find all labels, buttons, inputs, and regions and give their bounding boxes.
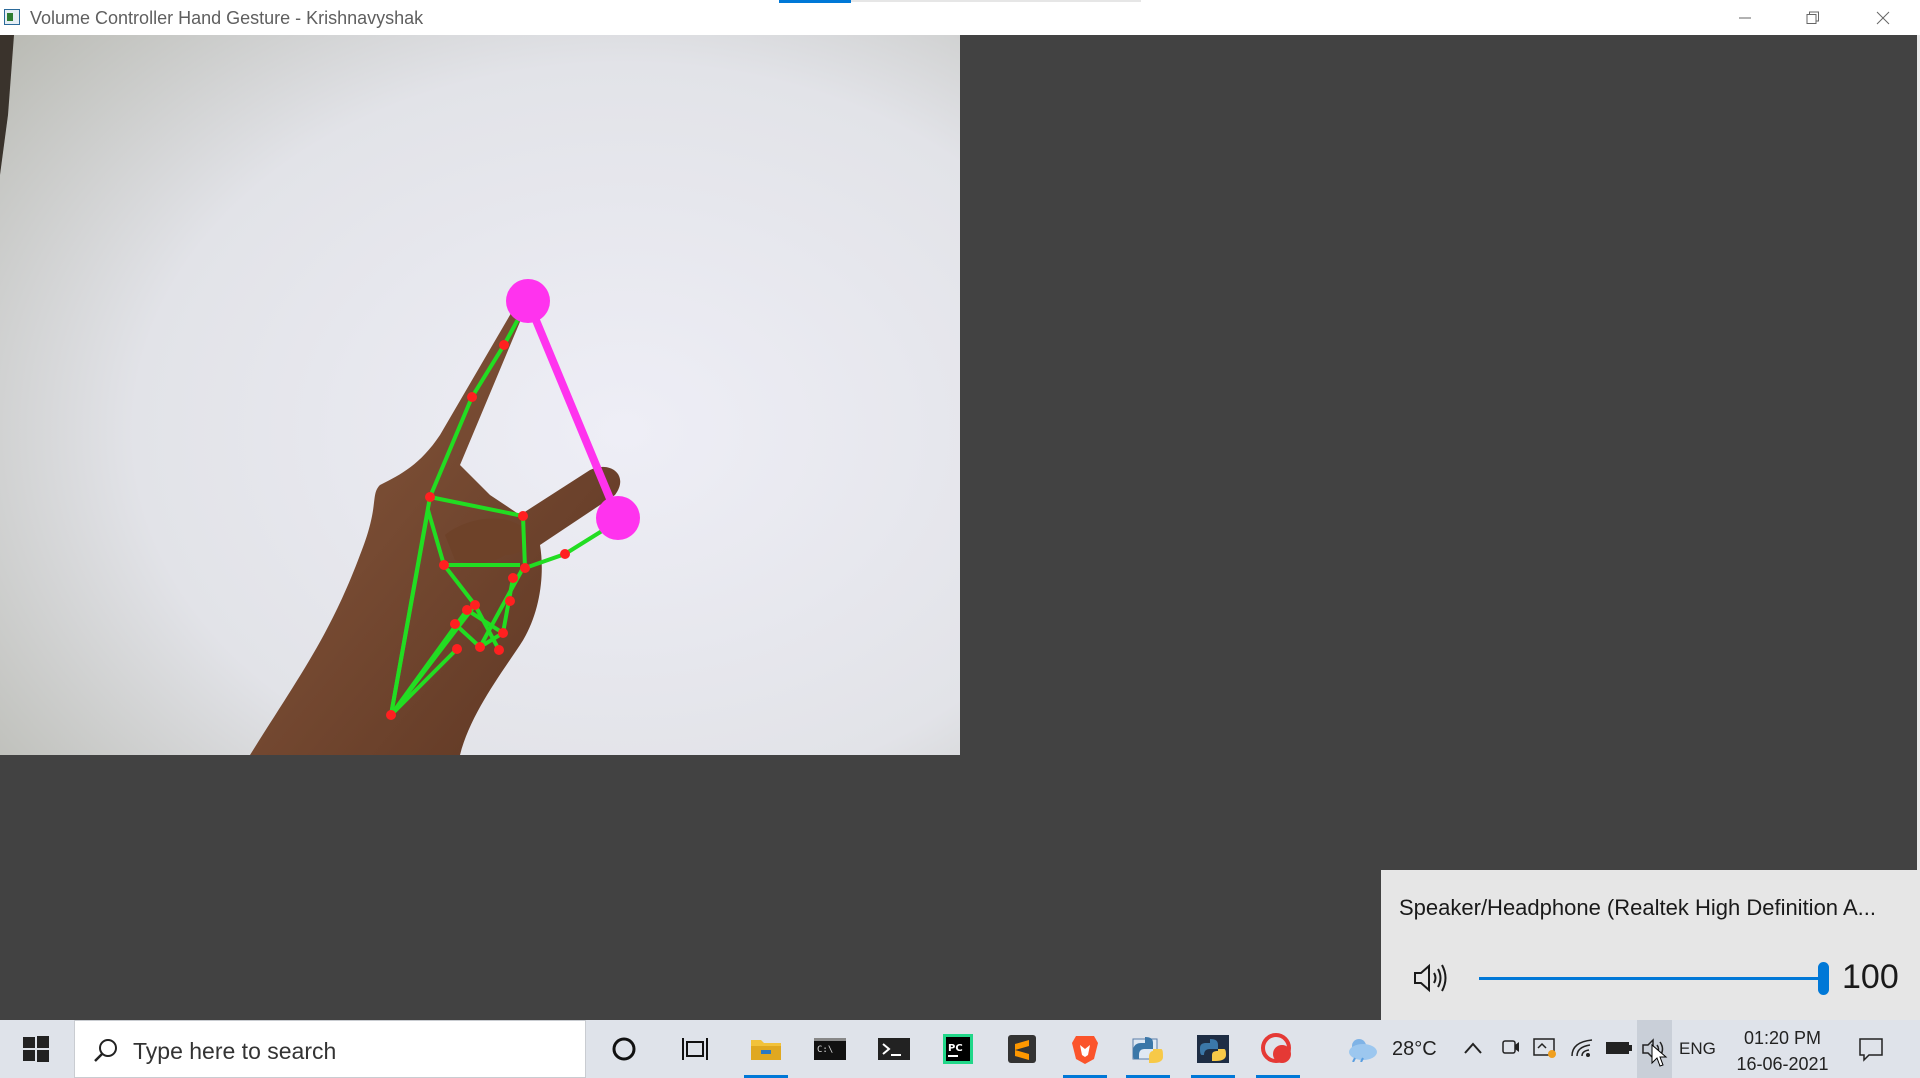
command-prompt-icon: C:\: [814, 1038, 846, 1060]
cortana-button[interactable]: [594, 1020, 654, 1078]
start-button[interactable]: [0, 1020, 72, 1078]
command-prompt-button[interactable]: C:\: [800, 1020, 860, 1078]
wifi-icon[interactable]: [1570, 1038, 1594, 1058]
task-view-icon: [682, 1038, 708, 1060]
file-explorer-icon: [751, 1040, 781, 1060]
volume-value: 100: [1842, 958, 1899, 996]
camera-feed: [0, 35, 960, 755]
meet-now-icon[interactable]: [1500, 1037, 1520, 1059]
restore-button[interactable]: [1778, 0, 1848, 35]
mouse-cursor-icon: [1651, 1043, 1668, 1067]
language-indicator[interactable]: ENG: [1679, 1039, 1716, 1059]
index-tip-marker: [506, 279, 550, 323]
title-accent-bar-secondary: [851, 0, 1141, 2]
restore-icon: [1806, 11, 1819, 24]
thumb-tip-marker: [596, 496, 640, 540]
weather-temperature[interactable]: 28°C: [1392, 1038, 1437, 1061]
battery-icon[interactable]: [1605, 1040, 1633, 1056]
volume-flyout: Speaker/Headphone (Realtek High Definiti…: [1381, 870, 1920, 1020]
speaker-icon[interactable]: [1411, 962, 1451, 994]
pycharm-icon: PC: [943, 1034, 973, 1064]
notification-center-icon[interactable]: [1857, 1035, 1885, 1063]
minimize-button[interactable]: [1710, 0, 1780, 35]
svg-text:PC: PC: [948, 1043, 963, 1054]
title-bar: Volume Controller Hand Gesture - Krishna…: [0, 0, 1920, 35]
volume-slider-track[interactable]: [1479, 977, 1821, 980]
sublime-text-icon: [1008, 1035, 1036, 1063]
close-button[interactable]: [1848, 0, 1918, 35]
terminal-icon: [878, 1038, 910, 1060]
clock[interactable]: 01:20 PM 16-06-2021: [1730, 1025, 1835, 1077]
windows-logo-icon: [23, 1036, 49, 1062]
brave-button[interactable]: [1055, 1020, 1115, 1078]
volume-slider-thumb[interactable]: [1818, 962, 1829, 995]
window-title: Volume Controller Hand Gesture - Krishna…: [30, 8, 424, 28]
record-icon: [1261, 1033, 1291, 1063]
terminal-button[interactable]: [864, 1020, 924, 1078]
chevron-up-icon[interactable]: [1463, 1041, 1483, 1055]
pycharm-button[interactable]: PC: [928, 1020, 988, 1078]
python-app-button[interactable]: [1183, 1020, 1243, 1078]
search-placeholder: Type here to search: [133, 1038, 337, 1064]
minimize-icon: [1739, 17, 1751, 18]
search-box[interactable]: Type here to search: [74, 1020, 586, 1078]
clock-date: 16-06-2021: [1736, 1054, 1829, 1074]
app-icon: [4, 9, 20, 25]
weather-cloud-icon[interactable]: [1345, 1036, 1379, 1062]
hand-tracking-view: [0, 35, 960, 755]
title-accent-bar: [779, 0, 851, 3]
taskbar: Type here to search C:\ PC 28°C ENG 01:2…: [0, 1020, 1920, 1078]
file-explorer-button[interactable]: [736, 1020, 796, 1078]
brave-icon: [1072, 1036, 1098, 1064]
python-idle-icon: [1132, 1037, 1163, 1063]
search-icon: [94, 1039, 117, 1062]
svg-text:C:\: C:\: [817, 1045, 833, 1055]
clock-time: 01:20 PM: [1743, 1028, 1822, 1048]
python-app-icon: [1197, 1035, 1229, 1063]
recorder-button[interactable]: [1248, 1020, 1308, 1078]
sublime-text-button[interactable]: [992, 1020, 1052, 1078]
close-icon: [1876, 11, 1890, 24]
task-view-button[interactable]: [666, 1020, 726, 1078]
app-tray-icon[interactable]: [1532, 1036, 1558, 1060]
cortana-icon: [612, 1037, 636, 1061]
python-idle-button[interactable]: [1118, 1020, 1178, 1078]
audio-device-name[interactable]: Speaker/Headphone (Realtek High Definiti…: [1399, 895, 1876, 921]
